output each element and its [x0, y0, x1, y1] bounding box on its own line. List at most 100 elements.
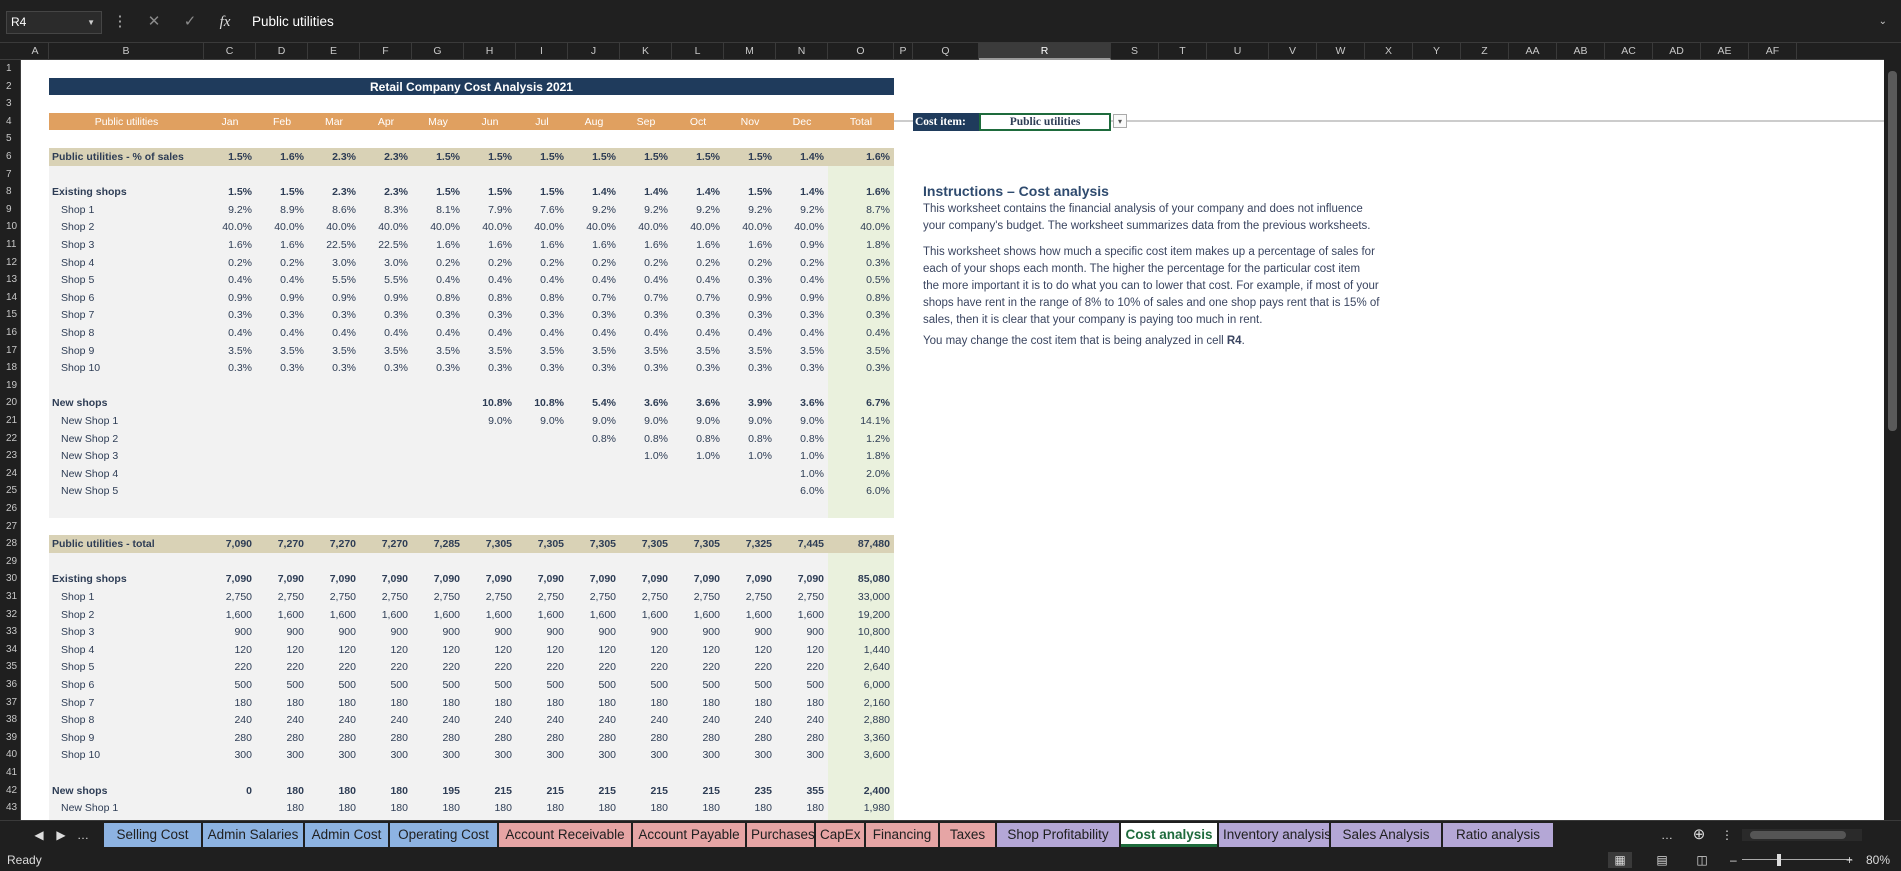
normal-view-icon[interactable]: ▦ [1608, 852, 1632, 868]
row-header[interactable]: 24 [0, 469, 20, 479]
name-box[interactable]: R4 ▼ [6, 11, 102, 34]
row-header[interactable]: 28 [0, 539, 20, 549]
row-header[interactable]: 6 [0, 152, 20, 162]
row-header[interactable]: 1 [0, 64, 20, 74]
more-sheets-left-icon[interactable]: … [74, 823, 92, 847]
sheet-tab[interactable]: Admin Cost [305, 823, 388, 847]
sheet-tab[interactable]: Operating Cost [390, 823, 497, 847]
column-header[interactable]: AA [1509, 43, 1557, 60]
row-header[interactable]: 29 [0, 557, 20, 567]
row-header[interactable]: 17 [0, 346, 20, 356]
horizontal-scrollbar[interactable] [1742, 829, 1862, 841]
row-header[interactable]: 14 [0, 293, 20, 303]
column-header[interactable]: Z [1461, 43, 1509, 60]
column-header[interactable]: AE [1701, 43, 1749, 60]
zoom-out-icon[interactable]: – [1730, 849, 1737, 871]
row-header[interactable]: 25 [0, 486, 20, 496]
row-header[interactable]: 33 [0, 627, 20, 637]
row-header[interactable]: 41 [0, 768, 20, 778]
row-header[interactable]: 32 [0, 610, 20, 620]
sheet-tab[interactable]: Account Receivable [499, 823, 631, 847]
column-header[interactable]: R [979, 43, 1111, 60]
formula-input[interactable]: Public utilities [252, 11, 334, 33]
row-header[interactable]: 42 [0, 786, 20, 796]
sheet-tab[interactable]: Sales Analysis [1331, 823, 1441, 847]
sheet-tab[interactable]: Cost analysis [1121, 823, 1217, 847]
column-header[interactable]: Y [1413, 43, 1461, 60]
page-break-preview-icon[interactable]: ◫ [1690, 852, 1714, 868]
zoom-slider[interactable] [1742, 859, 1852, 860]
column-header[interactable]: L [672, 43, 724, 60]
column-header[interactable]: AF [1749, 43, 1797, 60]
row-header[interactable]: 39 [0, 733, 20, 743]
zoom-slider-thumb[interactable] [1777, 854, 1781, 866]
row-header[interactable]: 15 [0, 310, 20, 320]
row-header[interactable]: 43 [0, 803, 20, 813]
column-header[interactable]: X [1365, 43, 1413, 60]
row-header[interactable]: 35 [0, 662, 20, 672]
row-header[interactable]: 37 [0, 698, 20, 708]
row-header[interactable]: 36 [0, 680, 20, 690]
column-header[interactable]: S [1111, 43, 1159, 60]
row-header[interactable]: 21 [0, 416, 20, 426]
column-header[interactable]: AD [1653, 43, 1701, 60]
row-header[interactable]: 31 [0, 592, 20, 602]
column-header[interactable]: N [776, 43, 828, 60]
insert-function-icon[interactable]: fx [215, 11, 235, 33]
row-header[interactable]: 40 [0, 750, 20, 760]
column-header[interactable]: AC [1605, 43, 1653, 60]
row-header[interactable]: 12 [0, 258, 20, 268]
cost-item-dropdown-icon[interactable]: ▾ [1113, 114, 1127, 128]
name-box-dropdown-icon[interactable]: ▼ [87, 12, 95, 33]
sheet-tab[interactable]: Purchases [747, 823, 814, 847]
row-header[interactable]: 23 [0, 451, 20, 461]
sheet-tab[interactable]: Account Payable [633, 823, 745, 847]
sheet-tab[interactable]: Admin Salaries [203, 823, 303, 847]
page-layout-icon[interactable]: ▤ [1650, 852, 1674, 868]
column-header[interactable]: I [516, 43, 568, 60]
column-header[interactable]: F [360, 43, 412, 60]
sheet-tab[interactable]: Inventory analysis [1219, 823, 1329, 847]
row-header[interactable]: 16 [0, 328, 20, 338]
row-header[interactable]: 27 [0, 522, 20, 532]
column-header[interactable]: U [1207, 43, 1269, 60]
column-header[interactable]: W [1317, 43, 1365, 60]
column-header[interactable]: V [1269, 43, 1317, 60]
zoom-in-icon[interactable]: + [1846, 849, 1853, 871]
column-header[interactable]: D [256, 43, 308, 60]
row-header[interactable]: 10 [0, 222, 20, 232]
confirm-icon[interactable]: ✓ [180, 11, 200, 33]
row-header[interactable]: 5 [0, 134, 20, 144]
row-header[interactable]: 3 [0, 99, 20, 109]
cancel-icon[interactable]: ✕ [144, 11, 164, 33]
row-header[interactable]: 20 [0, 398, 20, 408]
sheet-tab[interactable]: CapEx [816, 823, 864, 847]
row-header[interactable]: 30 [0, 574, 20, 584]
row-header[interactable]: 19 [0, 381, 20, 391]
sheet-tab[interactable]: Taxes [940, 823, 995, 847]
row-header[interactable]: 4 [0, 117, 20, 127]
column-header[interactable]: J [568, 43, 620, 60]
column-header[interactable]: K [620, 43, 672, 60]
expand-formula-bar-icon[interactable]: ⌄ [1879, 11, 1887, 33]
column-header[interactable]: G [412, 43, 464, 60]
next-sheet-icon[interactable]: ▶ [52, 823, 70, 847]
row-header[interactable]: 34 [0, 645, 20, 655]
column-header[interactable]: C [204, 43, 256, 60]
sheet-tab[interactable]: Ratio analysis [1443, 823, 1553, 847]
column-header[interactable]: P [894, 43, 913, 60]
sheet-tab[interactable]: Financing [866, 823, 938, 847]
row-header[interactable]: 7 [0, 170, 20, 180]
vertical-scroll-thumb[interactable] [1888, 71, 1897, 431]
row-header[interactable]: 22 [0, 434, 20, 444]
more-options-icon[interactable]: ⋮ [110, 11, 130, 33]
column-header[interactable]: H [464, 43, 516, 60]
column-header[interactable]: B [49, 43, 204, 60]
row-header[interactable]: 26 [0, 504, 20, 514]
column-header[interactable]: E [308, 43, 360, 60]
sheet-options-icon[interactable]: ⋮ [1718, 823, 1736, 847]
column-header[interactable]: T [1159, 43, 1207, 60]
zoom-level[interactable]: 80% [1866, 849, 1890, 871]
row-header[interactable]: 38 [0, 715, 20, 725]
worksheet-grid[interactable]: Retail Company Cost Analysis 2021 Public … [22, 60, 1884, 820]
